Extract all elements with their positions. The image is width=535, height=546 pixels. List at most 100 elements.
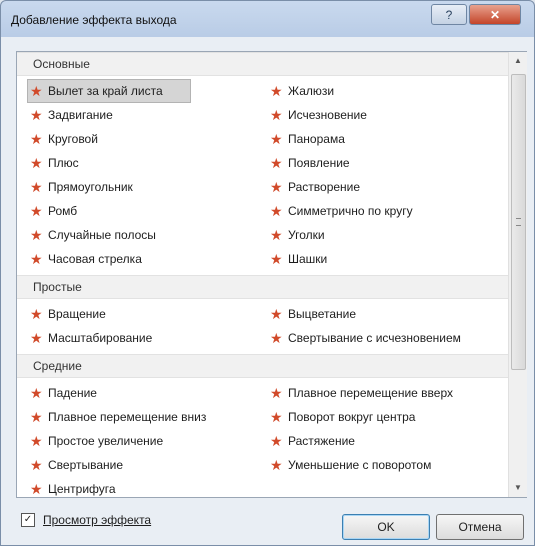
star-icon: ★: [30, 131, 43, 147]
effect-item[interactable]: ★ Свертывание с исчезновением: [257, 326, 508, 350]
ok-button[interactable]: OK: [342, 514, 430, 540]
group-header: Основные: [17, 52, 508, 76]
preview-effect-option[interactable]: ✓ Просмотр эффекта: [21, 513, 151, 527]
group-items: ★ Вылет за край листа ★ Жалюзи ★ Задвигание ★ И…: [17, 76, 508, 275]
effect-label: Растворение: [288, 180, 361, 194]
effect-label: Выцветание: [288, 307, 357, 321]
effect-item[interactable]: ★ Растяжение: [257, 429, 508, 453]
close-button[interactable]: ✕: [469, 4, 521, 25]
star-icon: ★: [270, 203, 283, 219]
effect-label: Вылет за край листа: [48, 84, 163, 98]
effect-item[interactable]: ★ Растворение: [257, 175, 508, 199]
scroll-up-button[interactable]: ▲: [509, 52, 527, 70]
effect-label: Жалюзи: [288, 84, 335, 98]
effect-item[interactable]: ★ Выцветание: [257, 302, 508, 326]
effect-item[interactable]: ★ Вращение: [17, 302, 257, 326]
effect-label: Задвигание: [48, 108, 113, 122]
star-icon: ★: [270, 227, 283, 243]
dialog-title: Добавление эффекта выхода: [11, 13, 177, 27]
effect-item[interactable]: ★ Ромб: [17, 199, 257, 223]
star-icon: ★: [270, 131, 283, 147]
dialog-window: Добавление эффекта выхода ? ✕ Основные ★ В…: [0, 0, 535, 546]
effect-item[interactable]: ★ Уголки: [257, 223, 508, 247]
grip-icon: [516, 218, 521, 226]
effect-label: Плавное перемещение вниз: [48, 410, 207, 424]
title-bar: Добавление эффекта выхода ? ✕: [1, 1, 534, 37]
effect-item[interactable]: ★ Плюс: [17, 151, 257, 175]
effect-item[interactable]: ★ Часовая стрелка: [17, 247, 257, 271]
group-header: Средние: [17, 354, 508, 378]
effect-label: Поворот вокруг центра: [288, 410, 416, 424]
effects-list-content: Основные ★ Вылет за край листа ★ Жалюзи ★ Задв…: [17, 52, 508, 497]
help-button[interactable]: ?: [431, 4, 467, 25]
star-icon: ★: [30, 107, 43, 123]
preview-checkbox[interactable]: ✓: [21, 513, 35, 527]
effect-label: Растяжение: [288, 434, 355, 448]
cancel-button[interactable]: Отмена: [436, 514, 524, 540]
star-icon: ★: [270, 457, 283, 473]
effect-label: Масштабирование: [48, 331, 153, 345]
star-icon: ★: [270, 385, 283, 401]
star-icon: ★: [30, 155, 43, 171]
group-items: ★ Вращение ★ Выцветание ★ Масштабирование ★ Све…: [17, 299, 508, 354]
effect-label: Плюс: [48, 156, 79, 170]
effect-label: Прямоугольник: [48, 180, 133, 194]
effect-label: Круговой: [48, 132, 98, 146]
effect-item[interactable]: ★ Падение: [17, 381, 257, 405]
star-icon: ★: [270, 330, 283, 346]
effects-list[interactable]: Основные ★ Вылет за край листа ★ Жалюзи ★ Задв…: [16, 51, 527, 498]
effect-label: Свертывание: [48, 458, 124, 472]
help-icon: ?: [445, 7, 453, 22]
effect-label: Ромб: [48, 204, 78, 218]
effect-item[interactable]: ★ Уменьшение с поворотом: [257, 453, 508, 477]
vertical-scrollbar[interactable]: ▲ ▼: [508, 52, 527, 497]
preview-label[interactable]: Просмотр эффекта: [43, 513, 151, 527]
effect-item[interactable]: ★ Масштабирование: [17, 326, 257, 350]
star-icon: ★: [270, 251, 283, 267]
effect-label: Часовая стрелка: [48, 252, 142, 266]
effect-label: Симметрично по кругу: [288, 204, 413, 218]
star-icon: ★: [30, 179, 43, 195]
effect-label: Уголки: [288, 228, 325, 242]
effect-item[interactable]: ★ Появление: [257, 151, 508, 175]
effect-item[interactable]: ★ Плавное перемещение вверх: [257, 381, 508, 405]
effect-label: Исчезновение: [288, 108, 367, 122]
effect-label: Случайные полосы: [48, 228, 156, 242]
effect-label: Свертывание с исчезновением: [288, 331, 461, 345]
effect-item[interactable]: ★ Исчезновение: [257, 103, 508, 127]
effect-item[interactable]: ★ Плавное перемещение вниз: [17, 405, 257, 429]
effect-item[interactable]: ★ Центрифуга: [17, 477, 257, 497]
star-icon: ★: [30, 330, 43, 346]
effect-item[interactable]: ★ Свертывание: [17, 453, 257, 477]
effect-item[interactable]: ★ Случайные полосы: [17, 223, 257, 247]
star-icon: ★: [30, 203, 43, 219]
star-icon: ★: [30, 385, 43, 401]
effect-label: Панорама: [288, 132, 345, 146]
scroll-down-button[interactable]: ▼: [509, 479, 527, 497]
star-icon: ★: [270, 179, 283, 195]
scroll-thumb[interactable]: [511, 74, 526, 370]
effect-item[interactable]: ★ Прямоугольник: [17, 175, 257, 199]
effect-label: Падение: [48, 386, 97, 400]
effect-item[interactable]: ★ Панорама: [257, 127, 508, 151]
star-icon: ★: [270, 155, 283, 171]
effect-item[interactable]: ★ Простое увеличение: [17, 429, 257, 453]
star-icon: ★: [270, 107, 283, 123]
effect-item[interactable]: ★ Круговой: [17, 127, 257, 151]
effect-label: Простое увеличение: [48, 434, 164, 448]
effect-item-selected[interactable]: ★ Вылет за край листа: [27, 79, 191, 103]
effect-label: Шашки: [288, 252, 328, 266]
effect-item[interactable]: ★ Шашки: [257, 247, 508, 271]
effect-item[interactable]: ★ Поворот вокруг центра: [257, 405, 508, 429]
close-icon: ✕: [489, 7, 501, 22]
empty-cell: [257, 477, 508, 497]
effect-label: Появление: [288, 156, 350, 170]
effect-item[interactable]: ★ Жалюзи: [257, 79, 508, 103]
star-icon: ★: [270, 409, 283, 425]
effect-label: Центрифуга: [48, 482, 116, 496]
effect-item[interactable]: ★ Симметрично по кругу: [257, 199, 508, 223]
effect-item[interactable]: ★ Задвигание: [17, 103, 257, 127]
star-icon: ★: [30, 457, 43, 473]
group-header: Простые: [17, 275, 508, 299]
star-icon: ★: [30, 227, 43, 243]
